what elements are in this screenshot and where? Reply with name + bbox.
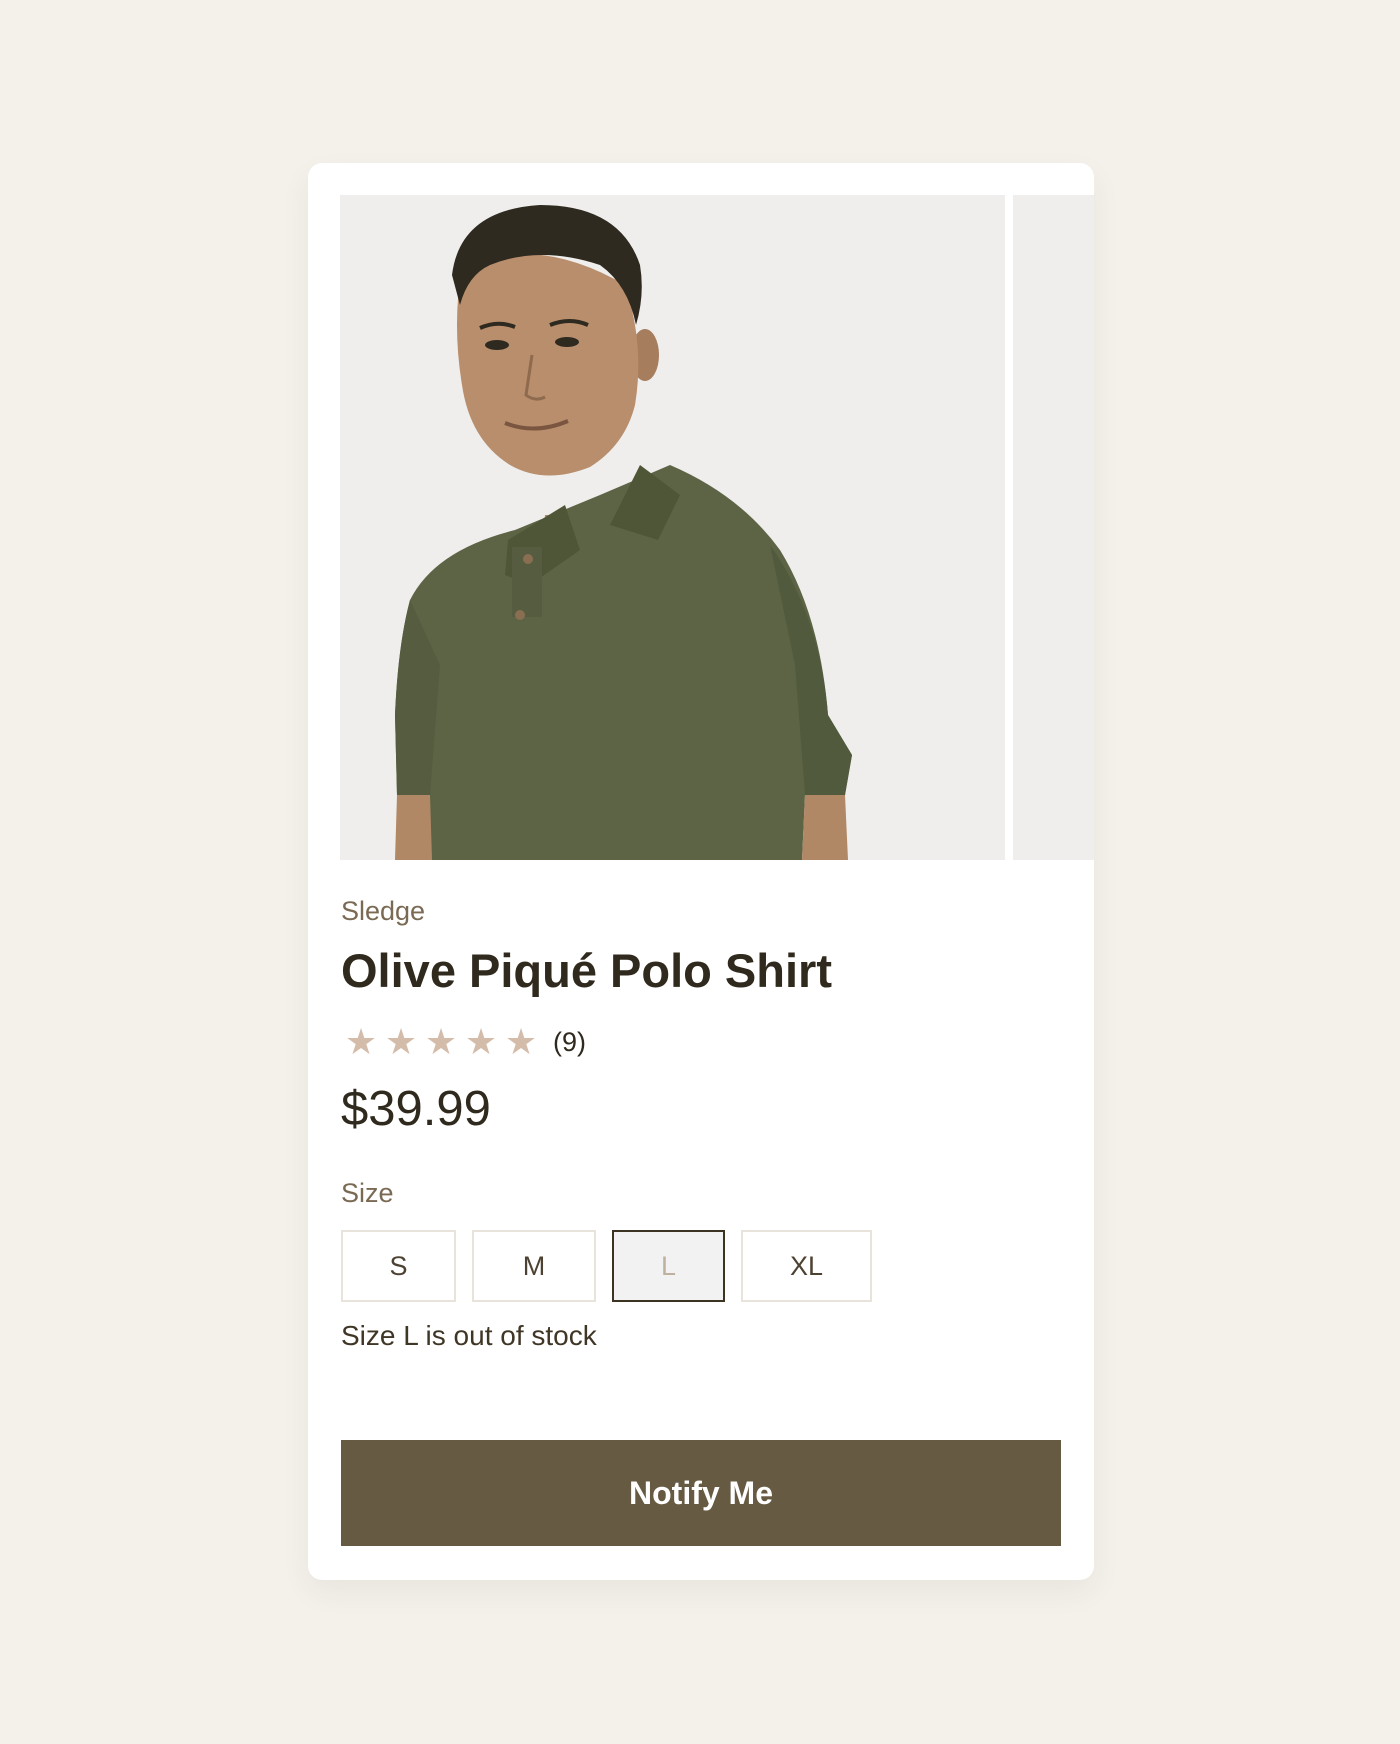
product-title: Olive Piqué Polo Shirt (341, 944, 832, 997)
size-option-xl[interactable]: XL (741, 1230, 872, 1302)
stock-status-message: Size L is out of stock (341, 1320, 597, 1351)
image-gallery[interactable] (340, 195, 1094, 860)
size-label: Size (341, 1178, 394, 1208)
product-photo-illustration (340, 195, 1005, 860)
notify-me-button[interactable]: Notify Me (341, 1440, 1061, 1546)
star-icon: ★ (424, 1021, 458, 1062)
star-icon: ★ (344, 1021, 378, 1062)
rating-stars: ★ ★ ★ ★ ★ (341, 1022, 541, 1062)
next-product-photo[interactable] (1013, 195, 1094, 860)
size-option-l[interactable]: L (612, 1230, 725, 1302)
product-rating[interactable]: ★ ★ ★ ★ ★ (9) (341, 1022, 586, 1062)
review-count[interactable]: (9) (553, 1027, 586, 1058)
product-brand[interactable]: Sledge (341, 896, 425, 927)
star-icon: ★ (464, 1021, 498, 1062)
star-icon: ★ (384, 1021, 418, 1062)
star-icon: ★ (504, 1021, 538, 1062)
product-card: Sledge Olive Piqué Polo Shirt ★ ★ ★ ★ ★ … (308, 163, 1094, 1580)
size-option-s[interactable]: S (341, 1230, 456, 1302)
product-photo[interactable] (340, 195, 1005, 860)
product-price: $39.99 (341, 1082, 491, 1136)
size-option-m[interactable]: M (472, 1230, 596, 1302)
